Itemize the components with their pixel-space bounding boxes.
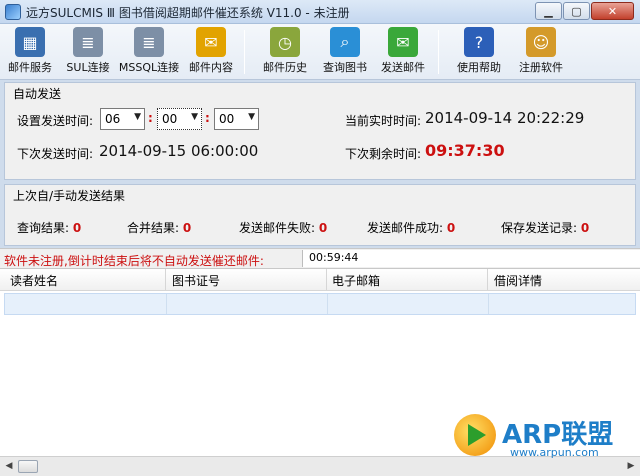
unregistered-warning: 软件未注册,倒计时结束后将不自动发送催还邮件: (4, 254, 264, 268)
watermark: ARP联盟 www.arpun.com (454, 414, 634, 464)
countdown-value: 00:59:44 (309, 251, 359, 264)
chevron-down-icon: ▼ (134, 112, 141, 122)
countdown-box: 00:59:44 (302, 250, 640, 267)
toolbar-separator (438, 30, 439, 74)
window-controls: ▁ ▢ ✕ (534, 2, 634, 20)
unregistered-warning-bar: 软件未注册,倒计时结束后将不自动发送催还邮件: 00:59:44 (0, 248, 640, 268)
scroll-thumb[interactable] (18, 460, 38, 473)
mail-history-button[interactable]: ◷ 邮件历史 (258, 26, 312, 78)
envelope-icon: ✉ (196, 27, 226, 57)
title-bar: 远方SULCMIS Ⅲ 图书借阅超期邮件催还系统 V11.0 - 未注册 ▁ ▢… (0, 0, 640, 24)
table-header: 读者姓名 图书证号 电子邮箱 借阅详情 (0, 269, 640, 291)
magnifier-icon: ⌕ (330, 27, 360, 57)
next-send-label: 下次发送时间: (17, 147, 94, 161)
mail-service-button[interactable]: ▦ 邮件服务 (4, 26, 56, 78)
sul-connect-button[interactable]: ≣ SUL连接 (62, 26, 114, 78)
minute-select[interactable]: 00 ▼ (157, 108, 202, 130)
clock-icon: ◷ (270, 27, 300, 57)
chevron-down-icon: ▼ (248, 112, 255, 122)
toolbar: ▦ 邮件服务 ≣ SUL连接 ≣ MSSQL连接 ✉ 邮件内容 ◷ 邮件历史 ⌕… (0, 24, 640, 80)
hour-select[interactable]: 06 ▼ (100, 108, 145, 130)
remaining-value: 09:37:30 (425, 141, 505, 160)
window-title: 远方SULCMIS Ⅲ 图书借阅超期邮件催还系统 V11.0 - 未注册 (26, 6, 350, 20)
auto-send-title: 自动发送 (13, 87, 62, 101)
search-book-button[interactable]: ⌕ 查询图书 (318, 26, 372, 78)
database-icon: ≣ (73, 27, 103, 57)
database-icon: ≣ (134, 27, 164, 57)
watermark-url: www.arpun.com (510, 446, 599, 459)
column-borrow-details[interactable]: 借阅详情 (494, 272, 542, 289)
send-success-result: 发送邮件成功: 0 (367, 221, 456, 235)
column-email[interactable]: 电子邮箱 (332, 272, 380, 289)
next-send-value: 2014-09-15 06:00:00 (99, 142, 259, 160)
table-row[interactable] (4, 293, 636, 315)
mssql-connect-button[interactable]: ≣ MSSQL连接 (118, 26, 180, 78)
app-icon (5, 4, 21, 20)
merge-result: 合并结果: 0 (127, 221, 192, 235)
close-button[interactable]: ✕ (591, 2, 634, 20)
chevron-down-icon: ▼ (191, 112, 198, 122)
help-book-icon: ? (464, 27, 494, 57)
server-icon: ▦ (15, 27, 45, 57)
current-time-value: 2014-09-14 20:22:29 (425, 109, 585, 127)
minimize-button[interactable]: ▁ (535, 2, 562, 20)
column-library-card[interactable]: 图书证号 (172, 272, 220, 289)
remaining-label: 下次剩余时间: (345, 147, 422, 161)
send-mail-icon: ✉ (388, 27, 418, 57)
time-selectors: 06 ▼ : 00 ▼ : 00 ▼ (100, 108, 260, 130)
save-record-result: 保存发送记录: 0 (501, 221, 590, 235)
send-mail-button[interactable]: ✉ 发送邮件 (376, 26, 430, 78)
help-button[interactable]: ? 使用帮助 (452, 26, 506, 78)
play-icon (468, 424, 486, 446)
register-button[interactable]: ☺ 注册软件 (514, 26, 568, 78)
last-result-panel: 上次自/手动发送结果 查询结果: 0 合并结果: 0 发送邮件失败: 0 发送邮… (4, 184, 636, 246)
toolbar-separator (244, 30, 245, 74)
set-time-label: 设置发送时间: (17, 114, 94, 128)
query-result: 查询结果: 0 (17, 221, 82, 235)
last-result-title: 上次自/手动发送结果 (13, 189, 126, 203)
column-reader-name[interactable]: 读者姓名 (10, 272, 58, 289)
user-key-icon: ☺ (526, 27, 556, 57)
mail-content-button[interactable]: ✉ 邮件内容 (184, 26, 238, 78)
maximize-button[interactable]: ▢ (563, 2, 590, 20)
auto-send-panel: 自动发送 设置发送时间: 06 ▼ : 00 ▼ : 00 ▼ 当前实时时间: 201… (4, 82, 636, 180)
current-time-label: 当前实时时间: (345, 114, 422, 128)
second-select[interactable]: 00 ▼ (214, 108, 259, 130)
scroll-left-icon[interactable]: ◀ (1, 459, 17, 474)
send-fail-result: 发送邮件失败: 0 (239, 221, 328, 235)
